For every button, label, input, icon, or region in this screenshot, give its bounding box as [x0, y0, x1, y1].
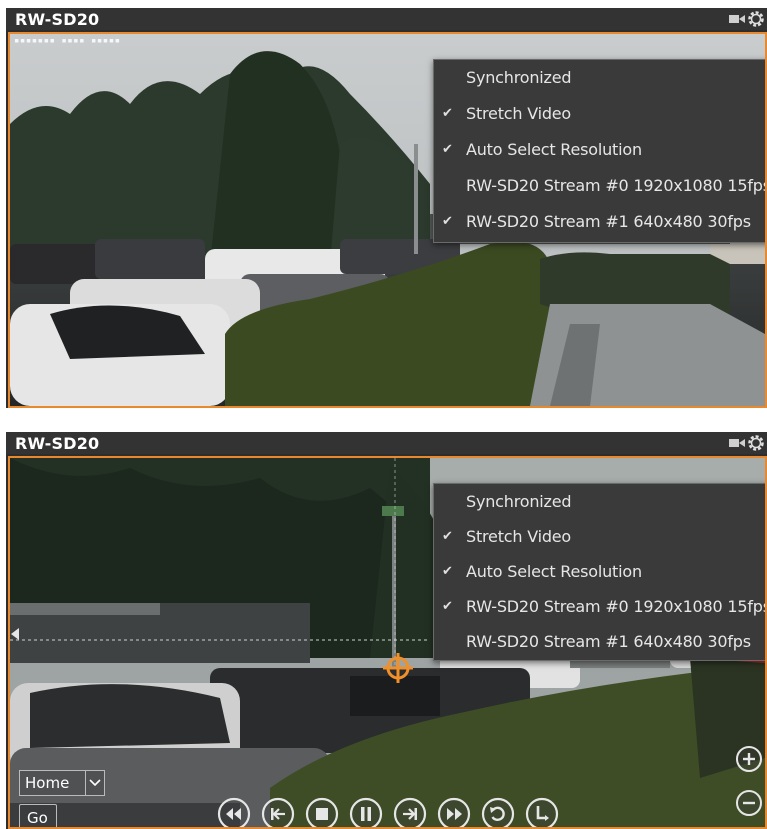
skip-to-start-icon[interactable]: [261, 797, 295, 829]
zoom-in-icon[interactable]: [735, 745, 763, 773]
settings-dropdown-menu: Synchronized ✔ Stretch Video ✔ Auto Sele…: [433, 59, 767, 243]
chevron-down-icon[interactable]: [85, 771, 104, 795]
gear-icon[interactable]: [746, 433, 766, 453]
video-feed[interactable]: ▪▪▪▪▪▪▪ ▪▪▪▪ ▪▪▪▪▪ Synchronized ✔ Stretc…: [8, 32, 767, 408]
menu-item-label: Stretch Video: [466, 527, 572, 546]
menu-item-label: Auto Select Resolution: [466, 562, 642, 581]
preset-selected-value: Home: [25, 774, 70, 792]
tile-title-bar: RW-SD20: [6, 432, 767, 454]
menu-item-auto-select-resolution[interactable]: ✔ Auto Select Resolution: [434, 132, 765, 168]
pause-icon[interactable]: [349, 797, 383, 829]
menu-item-stream-1[interactable]: RW-SD20 Stream #1 640x480 30fps: [434, 624, 765, 660]
pan-left-arrow-icon[interactable]: [11, 628, 20, 640]
menu-item-label: RW-SD20 Stream #0 1920x1080 15fps: [466, 176, 767, 195]
menu-item-label: RW-SD20 Stream #1 640x480 30fps: [466, 632, 751, 651]
checkmark-icon: ✔: [442, 598, 453, 613]
video-camera-icon[interactable]: [729, 438, 745, 448]
gear-icon[interactable]: [746, 9, 766, 29]
menu-item-stream-1[interactable]: ✔ RW-SD20 Stream #1 640x480 30fps: [434, 204, 765, 240]
menu-item-synchronized[interactable]: Synchronized: [434, 60, 765, 96]
checkmark-icon: ✔: [442, 528, 453, 543]
menu-item-label: Synchronized: [466, 68, 572, 87]
go-button[interactable]: Go: [19, 804, 57, 827]
tile-title-bar: RW-SD20: [6, 8, 767, 30]
camera-title: RW-SD20: [15, 434, 100, 453]
settings-dropdown-menu: Synchronized ✔ Stretch Video ✔ Auto Sele…: [433, 483, 767, 661]
menu-item-label: Synchronized: [466, 492, 572, 511]
video-tile-1[interactable]: RW-SD20 ▪▪▪▪▪▪▪ ▪▪▪▪ ▪▪▪▪▪ Synchronized …: [6, 8, 767, 408]
loop-icon[interactable]: [481, 797, 515, 829]
ptz-target-crosshair-icon[interactable]: [383, 653, 413, 683]
menu-item-stream-0[interactable]: ✔ RW-SD20 Stream #0 1920x1080 15fps: [434, 589, 767, 625]
menu-item-label: RW-SD20 Stream #0 1920x1080 15fps: [466, 597, 767, 616]
menu-item-label: RW-SD20 Stream #1 640x480 30fps: [466, 212, 751, 231]
go-button-label: Go: [27, 809, 48, 827]
rewind-icon[interactable]: [217, 797, 251, 829]
live-icon[interactable]: [525, 797, 559, 829]
preset-select[interactable]: Home: [19, 770, 105, 796]
menu-item-stretch-video[interactable]: ✔ Stretch Video: [434, 519, 765, 555]
checkmark-icon: ✔: [442, 105, 453, 120]
camera-title: RW-SD20: [15, 10, 100, 29]
video-tile-2[interactable]: RW-SD20 Synchronized ✔ Stretch Video ✔ A…: [6, 432, 767, 829]
fast-forward-icon[interactable]: [437, 797, 471, 829]
menu-item-stretch-video[interactable]: ✔ Stretch Video: [434, 96, 765, 132]
menu-item-synchronized[interactable]: Synchronized: [434, 484, 765, 520]
menu-item-auto-select-resolution[interactable]: ✔ Auto Select Resolution: [434, 554, 765, 590]
video-camera-icon[interactable]: [729, 14, 745, 24]
menu-item-stream-0[interactable]: RW-SD20 Stream #0 1920x1080 15fps: [434, 168, 767, 204]
checkmark-icon: ✔: [442, 141, 453, 156]
zoom-out-icon[interactable]: [735, 789, 763, 817]
video-feed[interactable]: Synchronized ✔ Stretch Video ✔ Auto Sele…: [8, 456, 767, 829]
menu-item-label: Auto Select Resolution: [466, 140, 642, 159]
skip-to-end-icon[interactable]: [393, 797, 427, 829]
menu-item-label: Stretch Video: [466, 104, 572, 123]
stop-icon[interactable]: [305, 797, 339, 829]
checkmark-icon: ✔: [442, 563, 453, 578]
timestamp-overlay: ▪▪▪▪▪▪▪ ▪▪▪▪ ▪▪▪▪▪: [14, 36, 121, 46]
playback-controls: [217, 797, 577, 829]
checkmark-icon: ✔: [442, 213, 453, 228]
